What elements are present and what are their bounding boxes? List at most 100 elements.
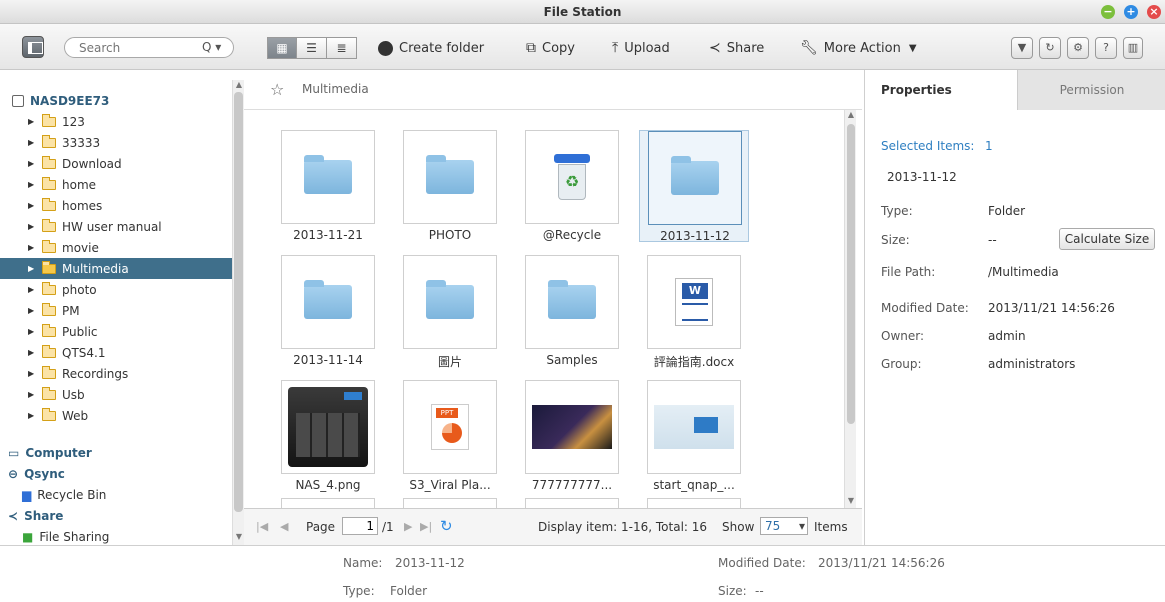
tree-folder[interactable]: ▶ QTS4.1 [0, 342, 232, 363]
tree-folder[interactable]: ▶ 123 [0, 111, 232, 132]
file-thumbnail[interactable] [525, 380, 619, 474]
upload-button[interactable]: ⤒ Upload [612, 38, 670, 58]
prev-page-icon[interactable]: ◀ [280, 520, 288, 533]
help-icon[interactable]: ? [1095, 37, 1117, 59]
panel-icon[interactable]: ▥ [1123, 37, 1143, 59]
search-box[interactable]: Q ▾ [64, 37, 234, 58]
expand-arrow-icon[interactable]: ▶ [28, 180, 36, 189]
file-tile[interactable]: PPT S3_Viral Pla... [395, 380, 505, 492]
calculate-size-button[interactable]: Calculate Size [1059, 228, 1155, 250]
file-thumbnail[interactable] [525, 498, 619, 508]
list-view-button[interactable]: ☰ [297, 37, 327, 59]
file-thumbnail[interactable] [281, 498, 375, 508]
file-thumbnail[interactable]: W [647, 255, 741, 349]
file-thumbnail[interactable] [281, 255, 375, 349]
page-input[interactable] [342, 517, 378, 535]
tree-folder[interactable]: ▶ Multimedia [0, 258, 232, 279]
star-icon[interactable]: ☆ [270, 80, 284, 99]
expand-arrow-icon[interactable]: ▶ [28, 306, 36, 315]
file-thumbnail[interactable] [281, 380, 375, 474]
expand-arrow-icon[interactable]: ▶ [28, 285, 36, 294]
file-tile[interactable]: 2013-11-12 [639, 130, 749, 243]
file-thumbnail[interactable] [403, 130, 497, 224]
tree-folder[interactable]: ▶ Usb [0, 384, 232, 405]
file-tile[interactable]: 圖片 [395, 255, 505, 369]
toggle-tree-button[interactable] [22, 36, 44, 58]
tree-root-nas[interactable]: NASD9EE73 [0, 90, 232, 111]
scroll-down-icon[interactable]: ▼ [845, 496, 857, 505]
refresh-icon[interactable]: ↻ [440, 517, 453, 535]
expand-arrow-icon[interactable]: ▶ [28, 264, 36, 273]
expand-arrow-icon[interactable]: ▶ [28, 243, 36, 252]
file-thumbnail[interactable] [647, 498, 741, 508]
tab-properties[interactable]: Properties [865, 70, 1017, 110]
tree-file-sharing[interactable]: ■ File Sharing [0, 526, 232, 545]
last-page-icon[interactable]: ▶| [420, 520, 432, 533]
file-thumbnail[interactable]: ♻ [525, 130, 619, 224]
close-icon[interactable]: × [1147, 5, 1161, 19]
expand-arrow-icon[interactable]: ▶ [28, 117, 36, 126]
expand-arrow-icon[interactable]: ▶ [28, 327, 36, 336]
tree-qsync[interactable]: ⊖ Qsync [0, 463, 232, 484]
copy-button[interactable]: ⧉ Copy [526, 38, 575, 58]
file-tile[interactable]: start_qnap_... [639, 380, 749, 492]
file-tile[interactable]: NAS_4.png [273, 380, 383, 492]
grid-scrollbar-thumb[interactable] [847, 124, 855, 424]
tree-folder[interactable]: ▶ Download [0, 153, 232, 174]
file-thumbnail[interactable] [525, 255, 619, 349]
filter-icon[interactable]: ▼ [1011, 37, 1033, 59]
settings-icon[interactable]: ⚙ [1067, 37, 1089, 59]
detail-view-button[interactable]: ≣ [327, 37, 357, 59]
tree-folder[interactable]: ▶ home [0, 174, 232, 195]
grid-scrollbar[interactable]: ▲ ▼ [844, 110, 856, 508]
next-page-icon[interactable]: ▶ [404, 520, 412, 533]
thumbnail-view-button[interactable]: ▦ [267, 37, 297, 59]
file-tile[interactable]: 2013-11-14 [273, 255, 383, 367]
file-thumbnail[interactable] [647, 380, 741, 474]
file-tile[interactable]: Samples [517, 255, 627, 367]
scroll-up-icon[interactable]: ▲ [845, 110, 857, 119]
tree-folder[interactable]: ▶ movie [0, 237, 232, 258]
maximize-icon[interactable]: + [1124, 5, 1138, 19]
first-page-icon[interactable]: |◀ [256, 520, 268, 533]
tree-folder[interactable]: ▶ HW user manual [0, 216, 232, 237]
file-tile[interactable]: ♻ @Recycle [517, 130, 627, 242]
tree-folder[interactable]: ▶ photo [0, 279, 232, 300]
file-thumbnail[interactable] [648, 131, 742, 225]
create-folder-button[interactable]: + Create folder [378, 38, 484, 58]
tree-folder[interactable]: ▶ Recordings [0, 363, 232, 384]
tree-folder[interactable]: ▶ homes [0, 195, 232, 216]
items-per-page-select[interactable]: 75 [760, 517, 808, 535]
breadcrumb-path[interactable]: Multimedia [302, 82, 369, 96]
minimize-icon[interactable]: − [1101, 5, 1115, 19]
file-thumbnail[interactable] [281, 130, 375, 224]
tree-scrollbar[interactable]: ▲ ▼ [232, 80, 244, 545]
expand-arrow-icon[interactable]: ▶ [28, 348, 36, 357]
file-thumbnail[interactable] [403, 498, 497, 508]
search-icon[interactable]: Q ▾ [202, 40, 221, 54]
tab-permission[interactable]: Permission [1017, 70, 1165, 110]
expand-arrow-icon[interactable]: ▶ [28, 369, 36, 378]
expand-arrow-icon[interactable]: ▶ [28, 411, 36, 420]
tree-folder[interactable]: ▶ Public [0, 321, 232, 342]
expand-arrow-icon[interactable]: ▶ [28, 201, 36, 210]
file-tile[interactable]: 2013-11-21 [273, 130, 383, 242]
tree-scrollbar-thumb[interactable] [234, 92, 243, 512]
file-tile-partial[interactable] [395, 498, 505, 508]
share-button[interactable]: ≺ Share [709, 38, 764, 58]
more-action-button[interactable]: 🔧︎ More Action ▼ [800, 38, 917, 58]
tree-share[interactable]: ≺ Share [0, 505, 232, 526]
tree-recycle-bin[interactable]: ▆ Recycle Bin [0, 484, 232, 505]
file-tile[interactable]: 777777777... [517, 380, 627, 492]
tree-folder[interactable]: ▶ PM [0, 300, 232, 321]
tree-folder[interactable]: ▶ Web [0, 405, 232, 426]
tree-folder[interactable]: ▶ 33333 [0, 132, 232, 153]
file-thumbnail[interactable] [403, 255, 497, 349]
file-tile-partial[interactable] [517, 498, 627, 508]
file-tile-partial[interactable] [273, 498, 383, 508]
expand-arrow-icon[interactable]: ▶ [28, 390, 36, 399]
file-tile-partial[interactable] [639, 498, 749, 508]
file-tile[interactable]: PHOTO [395, 130, 505, 242]
tree-computer[interactable]: ▭ Computer [0, 442, 232, 463]
expand-arrow-icon[interactable]: ▶ [28, 138, 36, 147]
